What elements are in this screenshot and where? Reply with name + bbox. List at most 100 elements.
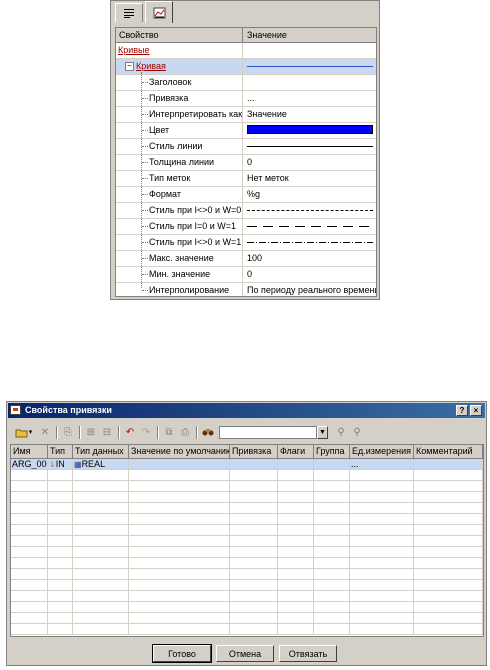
empty-cell[interactable] — [414, 591, 483, 601]
empty-table-row[interactable] — [11, 525, 483, 536]
empty-cell[interactable] — [314, 580, 350, 590]
empty-cell[interactable] — [230, 580, 278, 590]
filter-dropdown-button[interactable]: ▼ — [317, 426, 328, 439]
empty-cell[interactable] — [278, 580, 314, 590]
empty-cell[interactable] — [314, 591, 350, 601]
empty-cell[interactable] — [230, 591, 278, 601]
empty-table-row[interactable] — [11, 514, 483, 525]
empty-cell[interactable] — [314, 536, 350, 546]
empty-table-row[interactable] — [11, 558, 483, 569]
empty-cell[interactable] — [350, 525, 414, 535]
empty-table-row[interactable] — [11, 481, 483, 492]
table-row[interactable]: ARG_000 ⇓IN ▦REAL ... — [11, 459, 483, 470]
empty-cell[interactable] — [414, 613, 483, 623]
column-header-flags[interactable]: Флаги — [278, 445, 314, 459]
find-prev-icon[interactable]: ⚲ — [350, 425, 364, 439]
column-header-default[interactable]: Значение по умолчанию — [129, 445, 230, 459]
filter-combobox-input[interactable] — [219, 426, 317, 439]
chevron-down-icon[interactable]: ▾ — [27, 425, 34, 439]
property-value[interactable]: 0 — [247, 269, 252, 280]
empty-table-row[interactable] — [11, 547, 483, 558]
empty-cell[interactable] — [11, 602, 48, 612]
empty-cell[interactable] — [314, 613, 350, 623]
empty-table-row[interactable] — [11, 569, 483, 580]
empty-cell[interactable] — [73, 591, 129, 601]
empty-cell[interactable] — [230, 613, 278, 623]
empty-cell[interactable] — [350, 514, 414, 524]
empty-cell[interactable] — [129, 503, 230, 513]
empty-cell[interactable] — [414, 536, 483, 546]
empty-cell[interactable] — [314, 547, 350, 557]
clipboard-icon[interactable]: ⎙ — [178, 425, 192, 439]
empty-table-row[interactable] — [11, 602, 483, 613]
property-row-style-i-w1[interactable]: Стиль при I<>0 и W=1 — [116, 235, 376, 251]
empty-cell[interactable] — [11, 492, 48, 502]
empty-table-row[interactable] — [11, 580, 483, 591]
cell-data-type[interactable]: ▦REAL — [73, 459, 129, 469]
empty-cell[interactable] — [230, 569, 278, 579]
cell-flags[interactable] — [278, 459, 314, 469]
empty-cell[interactable] — [11, 514, 48, 524]
property-row-title[interactable]: Заголовок — [116, 75, 376, 91]
empty-cell[interactable] — [11, 591, 48, 601]
tab-chart[interactable] — [145, 1, 173, 23]
empty-cell[interactable] — [350, 481, 414, 491]
empty-cell[interactable] — [129, 591, 230, 601]
property-value[interactable]: %g — [247, 189, 260, 200]
dashdot-line-preview[interactable] — [247, 242, 373, 243]
empty-cell[interactable] — [414, 558, 483, 568]
empty-cell[interactable] — [314, 470, 350, 480]
property-row-min[interactable]: Мин. значение 0 — [116, 267, 376, 283]
open-folder-icon[interactable] — [14, 425, 28, 439]
empty-cell[interactable] — [11, 624, 48, 634]
property-row-interpolation[interactable]: Интерполирование По периоду реального вр… — [116, 283, 376, 296]
empty-cell[interactable] — [48, 492, 73, 502]
empty-cell[interactable] — [73, 503, 129, 513]
empty-cell[interactable] — [414, 547, 483, 557]
empty-cell[interactable] — [11, 481, 48, 491]
column-header-comment[interactable]: Комментарий — [414, 445, 483, 459]
empty-cell[interactable] — [278, 503, 314, 513]
property-row-binding[interactable]: Привязка ... — [116, 91, 376, 107]
group-row-curves[interactable]: Кривые — [116, 43, 376, 59]
empty-cell[interactable] — [230, 525, 278, 535]
empty-cell[interactable] — [230, 481, 278, 491]
cell-unit[interactable]: ... — [350, 459, 414, 469]
empty-cell[interactable] — [73, 514, 129, 524]
property-value[interactable]: 100 — [247, 253, 262, 264]
curve-link[interactable]: Кривая — [136, 61, 166, 72]
property-row-line-style[interactable]: Стиль линии — [116, 139, 376, 155]
empty-cell[interactable] — [350, 591, 414, 601]
empty-table-row[interactable] — [11, 536, 483, 547]
empty-cell[interactable] — [350, 569, 414, 579]
empty-cell[interactable] — [314, 558, 350, 568]
paste-icon[interactable]: ⧉ — [162, 425, 176, 439]
empty-cell[interactable] — [414, 492, 483, 502]
empty-cell[interactable] — [48, 514, 73, 524]
empty-cell[interactable] — [414, 514, 483, 524]
empty-cell[interactable] — [48, 591, 73, 601]
empty-cell[interactable] — [73, 613, 129, 623]
empty-cell[interactable] — [129, 514, 230, 524]
empty-table-row[interactable] — [11, 503, 483, 514]
binoculars-icon[interactable] — [201, 425, 215, 439]
empty-cell[interactable] — [230, 602, 278, 612]
empty-cell[interactable] — [278, 481, 314, 491]
empty-cell[interactable] — [314, 503, 350, 513]
empty-cell[interactable] — [11, 525, 48, 535]
empty-cell[interactable] — [230, 470, 278, 480]
column-divider[interactable] — [242, 28, 243, 42]
empty-cell[interactable] — [414, 503, 483, 513]
close-button[interactable]: × — [470, 405, 482, 416]
empty-cell[interactable] — [350, 613, 414, 623]
redo-icon[interactable]: ↷ — [139, 425, 153, 439]
empty-cell[interactable] — [48, 547, 73, 557]
property-row-color[interactable]: Цвет — [116, 123, 376, 139]
empty-cell[interactable] — [350, 470, 414, 480]
dialog-titlebar[interactable]: Свойства привязки ? × — [8, 403, 485, 418]
property-value[interactable]: Значение — [247, 109, 287, 120]
empty-cell[interactable] — [48, 503, 73, 513]
collapse-icon[interactable]: − — [125, 62, 134, 71]
undo-icon[interactable]: ↶ — [123, 425, 137, 439]
column-header-name[interactable]: Имя — [11, 445, 48, 459]
